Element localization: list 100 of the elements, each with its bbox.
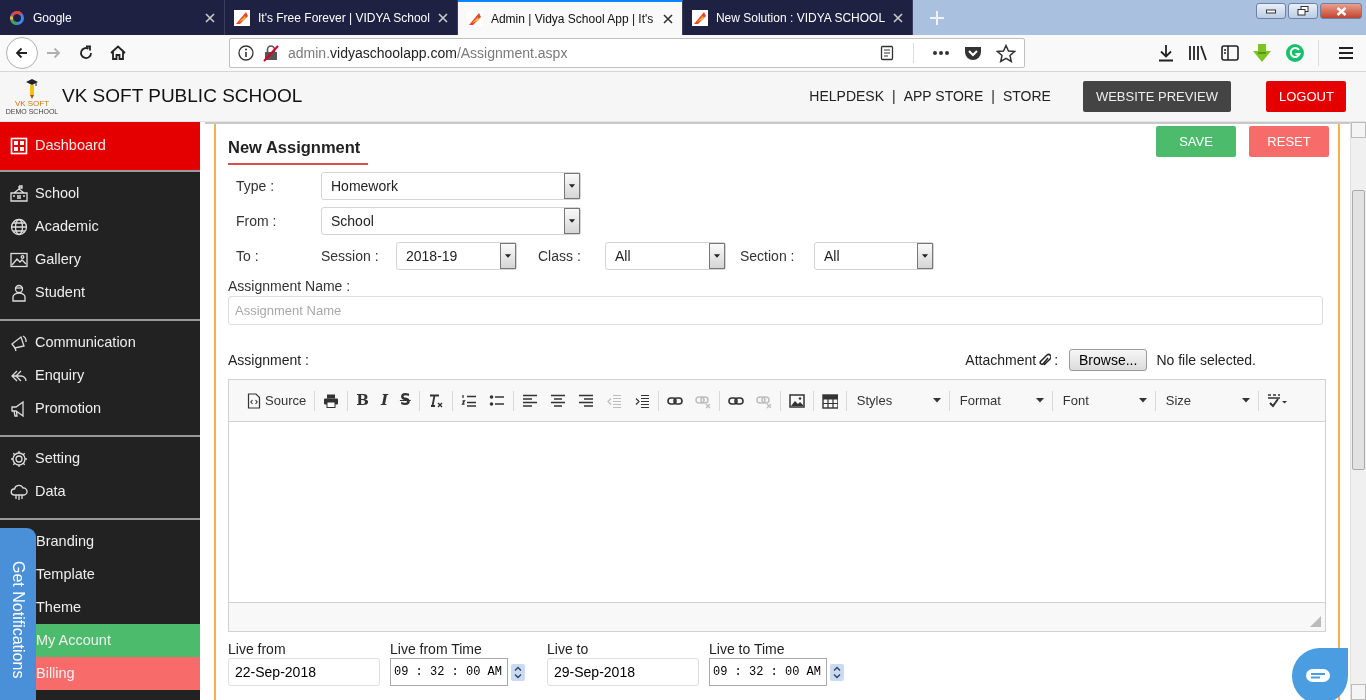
rich-text-editor[interactable]: Source B I S Styles Format Font Size <box>228 379 1326 632</box>
caret-icon <box>564 173 580 199</box>
sidebar-item[interactable]: Gallery <box>0 243 200 276</box>
time-field[interactable]: 09 : 32 : 00 AM <box>390 658 508 686</box>
globe-icon <box>10 217 28 236</box>
logo-icon <box>24 78 40 100</box>
sidebar-item[interactable]: School <box>0 177 200 210</box>
download-icon[interactable] <box>1157 44 1175 62</box>
dropdown[interactable]: School <box>321 207 581 235</box>
spinner-icon[interactable] <box>830 663 844 681</box>
align-left-icon[interactable] <box>521 392 538 409</box>
italic-button[interactable]: I <box>380 393 388 408</box>
browser-tab[interactable]: Admin | Vidya School App | It's <box>457 0 683 35</box>
sidebar-item[interactable]: Setting <box>0 442 200 475</box>
sidebar-item[interactable]: Theme <box>36 591 200 624</box>
field-label: Assignment : <box>228 350 309 370</box>
header-link[interactable]: HELPDESK <box>809 86 885 107</box>
sidebar-item[interactable]: Dashboard <box>0 122 200 170</box>
url-text: admin.vidyaschoolapp.com/Assignment.aspx <box>288 43 569 63</box>
scrollbar[interactable] <box>1350 122 1366 700</box>
field-label: Type : <box>235 176 276 196</box>
dropdown[interactable]: Homework <box>321 172 581 200</box>
browser-tab[interactable]: New Solution : VIDYA SCHOOL <box>682 0 914 35</box>
toolbar-dropdown[interactable]: Format <box>957 390 1044 411</box>
field-label: Live from <box>228 641 287 658</box>
caret-icon <box>1241 398 1250 403</box>
person-icon <box>10 283 28 302</box>
address-bar[interactable]: admin.vidyaschoolapp.com/Assignment.aspx <box>229 38 1025 68</box>
source-button[interactable]: Source <box>247 390 307 411</box>
browser-tab[interactable]: Google <box>0 0 225 35</box>
grid-icon <box>10 137 28 155</box>
back-button[interactable] <box>6 37 38 69</box>
cloud-icon <box>10 482 28 501</box>
close-button[interactable] <box>1320 3 1362 19</box>
bulleted-list-icon[interactable] <box>488 392 505 409</box>
printer-icon[interactable] <box>323 392 340 409</box>
ring-icon <box>9 9 25 26</box>
dropdown[interactable]: All <box>605 242 726 270</box>
clear-format-icon[interactable] <box>427 392 444 409</box>
logo-text: VK SOFT <box>14 100 50 108</box>
caret-icon <box>917 243 933 269</box>
close-icon[interactable] <box>662 13 673 24</box>
strike-button[interactable]: S <box>399 393 411 408</box>
dropdown[interactable]: All <box>814 242 934 270</box>
browser-tab[interactable]: It's Free Forever | VIDYA School <box>225 0 458 35</box>
caret-icon <box>1138 398 1147 403</box>
star-icon[interactable] <box>996 43 1016 63</box>
bold-button[interactable]: B <box>356 393 369 408</box>
caret-icon <box>500 243 516 269</box>
code-file-icon <box>247 392 261 409</box>
field-label: Session : <box>321 246 380 266</box>
table-icon[interactable] <box>821 392 838 409</box>
header-link[interactable]: APP STORE <box>903 86 984 107</box>
align-right-icon[interactable] <box>577 392 594 409</box>
menu-icon[interactable] <box>1338 46 1354 60</box>
indent-icon[interactable] <box>633 392 650 409</box>
info-icon <box>238 45 254 61</box>
restore-icon <box>1297 6 1309 16</box>
header-link[interactable]: STORE <box>1002 86 1051 107</box>
toolbar-dropdown[interactable]: Styles <box>854 390 941 411</box>
flame-icon <box>466 10 483 27</box>
sidebar-item[interactable]: Template <box>36 558 200 591</box>
close-icon <box>1335 6 1347 16</box>
field-label: To : <box>235 246 260 266</box>
sidebar-item[interactable]: Data <box>0 475 200 508</box>
dropdown[interactable]: 2018-19 <box>396 242 517 270</box>
numbered-list-icon[interactable] <box>460 392 477 409</box>
sidebar-icon[interactable] <box>1221 45 1239 61</box>
align-center-icon[interactable] <box>549 392 566 409</box>
date-field[interactable]: 29-Sep-2018 <box>547 658 699 686</box>
toolbar-dropdown[interactable]: Font <box>1060 390 1147 411</box>
sidebar-item[interactable]: Branding <box>36 525 200 558</box>
form-title: New Assignment <box>228 126 369 165</box>
attachment-label: Attachment <box>965 350 1037 370</box>
field-label: Live to Time <box>709 641 786 658</box>
preview-button[interactable]: WEBSITE PREVIEW <box>1082 81 1231 112</box>
flame-icon <box>234 9 250 26</box>
browse-button[interactable]: Browse... <box>1069 349 1148 371</box>
sidebar-item[interactable]: Enquiry <box>0 359 200 392</box>
toolbar-dropdown[interactable]: Size <box>1163 390 1250 411</box>
logout-button[interactable]: LOGOUT <box>1266 81 1346 112</box>
library-icon[interactable] <box>1188 44 1208 62</box>
sidebar-item[interactable]: Communication <box>0 326 200 359</box>
date-field[interactable]: 22-Sep-2018 <box>228 658 380 686</box>
resize-grip-icon <box>1310 616 1321 627</box>
sidebar-item[interactable]: Academic <box>0 210 200 243</box>
spinner-icon[interactable] <box>511 663 525 681</box>
reader-view-icon[interactable] <box>879 45 895 61</box>
more-icon[interactable] <box>932 50 950 56</box>
sidebar-item[interactable]: Promotion <box>0 392 200 425</box>
paperclip-icon <box>1039 353 1052 367</box>
download-arrow-icon[interactable] <box>1252 43 1272 63</box>
file-status: No file selected. <box>1156 350 1256 370</box>
spellcheck-icon[interactable] <box>1266 392 1288 409</box>
image-icon[interactable] <box>788 392 805 409</box>
time-field[interactable]: 09 : 32 : 00 AM <box>709 658 827 686</box>
input-field[interactable]: Assignment Name <box>228 296 1323 325</box>
pocket-icon[interactable] <box>964 45 982 61</box>
sidebar-item[interactable]: Student <box>0 276 200 309</box>
restore-button[interactable] <box>1288 3 1318 19</box>
